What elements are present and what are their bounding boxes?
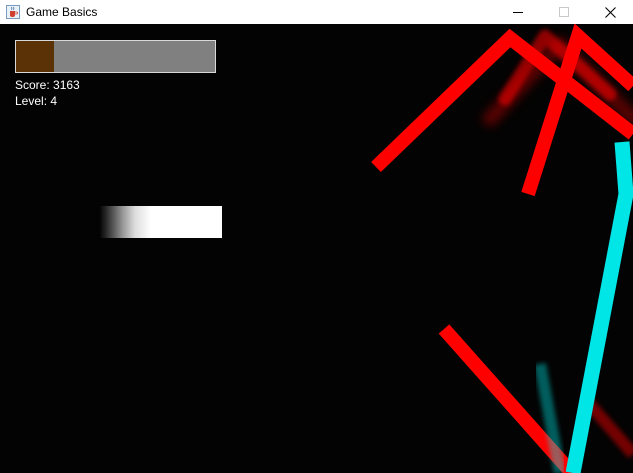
game-canvas[interactable]: Score: 3163 Level: 4 xyxy=(0,24,633,473)
java-cup-icon xyxy=(6,5,20,19)
window-controls xyxy=(495,0,633,24)
minimize-button[interactable] xyxy=(495,0,541,24)
enemy-layer xyxy=(371,24,633,473)
minimize-icon xyxy=(513,12,523,13)
game-window: Game Basics Score: 3163 Level: 4 xyxy=(0,0,633,473)
maximize-icon xyxy=(559,7,569,17)
title-bar[interactable]: Game Basics xyxy=(0,0,633,24)
window-title: Game Basics xyxy=(26,5,98,19)
close-button[interactable] xyxy=(587,0,633,24)
maximize-button[interactable] xyxy=(541,0,587,24)
close-icon xyxy=(604,6,616,18)
